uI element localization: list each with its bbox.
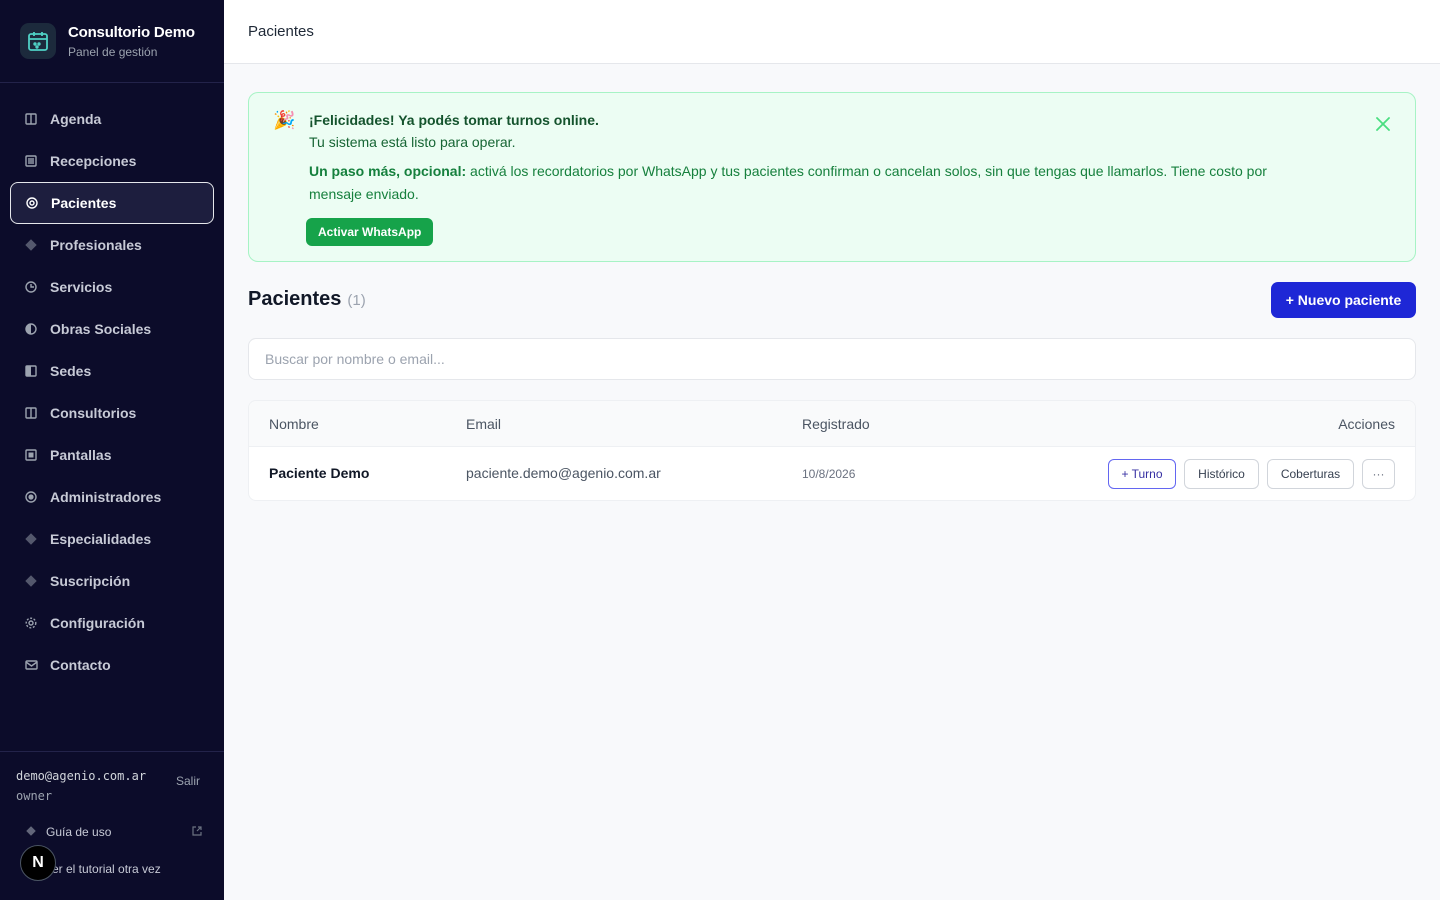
table-row: Paciente Demo paciente.demo@agenio.com.a… xyxy=(249,447,1415,500)
sidebar-item-label: Configuración xyxy=(50,615,145,631)
brand-subtitle: Panel de gestión xyxy=(68,44,158,59)
sidebar-item-label: Profesionales xyxy=(50,237,142,253)
list-icon xyxy=(24,154,38,168)
close-icon[interactable] xyxy=(1373,114,1393,134)
coverage-button[interactable]: Coberturas xyxy=(1267,459,1354,489)
patient-count: (1) xyxy=(347,292,366,309)
sidebar-item-profesionales[interactable]: Profesionales xyxy=(10,224,214,266)
diamond-icon xyxy=(26,825,36,839)
banner-whatsapp-info: Un paso más, opcional: activá los record… xyxy=(309,160,1319,206)
gear-icon xyxy=(24,616,38,630)
patient-name[interactable]: Paciente Demo xyxy=(269,465,369,481)
mail-icon xyxy=(24,658,38,672)
diamond-icon xyxy=(24,532,38,546)
sidebar-item-label: Consultorios xyxy=(50,405,137,421)
sidebar-item-especialidades[interactable]: Especialidades xyxy=(10,518,214,560)
brand-title: Consultorio Demo xyxy=(68,23,195,41)
record-icon xyxy=(24,490,38,504)
sidebar-item-label: Recepciones xyxy=(50,153,137,169)
sidebar-item-label: Pantallas xyxy=(50,447,112,463)
patient-email: paciente.demo@agenio.com.ar xyxy=(466,465,661,481)
sidebar-item-sedes[interactable]: Sedes xyxy=(10,350,214,392)
tutorial-link[interactable]: er el tutorial otra vez xyxy=(52,862,161,876)
columns-icon xyxy=(24,406,38,420)
screen-icon xyxy=(24,448,38,462)
sidebar-item-label: Administradores xyxy=(50,489,162,505)
sidebar-item-recepciones[interactable]: Recepciones xyxy=(10,140,214,182)
sidebar: Consultorio Demo Panel de gestión Agenda… xyxy=(0,0,224,900)
half-square-icon xyxy=(24,364,38,378)
user-role: owner xyxy=(16,789,53,803)
clock-icon xyxy=(24,280,38,294)
page-title: Pacientes xyxy=(248,23,314,40)
sidebar-item-configuracion[interactable]: Configuración xyxy=(10,602,214,644)
brand: Consultorio Demo Panel de gestión xyxy=(0,0,224,83)
sidebar-item-obras-sociales[interactable]: Obras Sociales xyxy=(10,308,214,350)
activate-whatsapp-button[interactable]: Activar WhatsApp xyxy=(306,218,434,246)
sidebar-item-agenda[interactable]: Agenda xyxy=(10,98,214,140)
sidebar-item-consultorios[interactable]: Consultorios xyxy=(10,392,214,434)
sidebar-item-administradores[interactable]: Administradores xyxy=(10,476,214,518)
sidebar-footer: demo@agenio.com.ar owner Salir Guía de u… xyxy=(0,751,224,900)
new-appointment-button[interactable]: + Turno xyxy=(1108,459,1176,489)
sidebar-item-label: Agenda xyxy=(50,111,102,127)
guide-label: Guía de uso xyxy=(46,825,112,839)
sidebar-item-suscripcion[interactable]: Suscripción xyxy=(10,560,214,602)
user-email: demo@agenio.com.ar xyxy=(16,769,147,783)
sidebar-item-servicios[interactable]: Servicios xyxy=(10,266,214,308)
column-header-registered: Registrado xyxy=(802,416,870,432)
columns-icon xyxy=(24,112,38,126)
search-input[interactable] xyxy=(248,338,1416,380)
patient-registered-date: 10/8/2026 xyxy=(802,467,856,481)
sidebar-item-label: Contacto xyxy=(50,657,111,673)
sidebar-nav: Agenda Recepciones Pacientes Profesional… xyxy=(10,98,214,686)
section-title: Pacientes xyxy=(248,288,342,310)
banner-message: Tu sistema está listo para operar. xyxy=(309,134,516,150)
diamond-icon xyxy=(24,238,38,252)
column-header-actions: Acciones xyxy=(1338,416,1395,432)
sidebar-item-pacientes[interactable]: Pacientes xyxy=(10,182,214,224)
column-header-name: Nombre xyxy=(269,416,319,432)
sidebar-item-label: Especialidades xyxy=(50,531,152,547)
calendar-icon xyxy=(20,23,56,59)
external-link-icon xyxy=(192,825,202,839)
success-banner: 🎉 ¡Felicidades! Ya podés tomar turnos on… xyxy=(248,92,1416,262)
sidebar-item-label: Sedes xyxy=(50,363,92,379)
half-circle-icon xyxy=(24,322,38,336)
more-options-button[interactable]: ··· xyxy=(1362,459,1395,489)
topbar: Pacientes xyxy=(224,0,1440,64)
banner-title: ¡Felicidades! Ya podés tomar turnos onli… xyxy=(309,112,599,128)
guide-link[interactable]: Guía de uso xyxy=(26,825,202,839)
party-popper-icon: 🎉 xyxy=(273,110,296,130)
diamond-icon xyxy=(24,574,38,588)
target-icon xyxy=(25,196,39,210)
sidebar-item-contacto[interactable]: Contacto xyxy=(10,644,214,686)
sidebar-item-label: Obras Sociales xyxy=(50,321,152,337)
sidebar-item-pantallas[interactable]: Pantallas xyxy=(10,434,214,476)
column-header-email: Email xyxy=(466,416,502,432)
dev-badge[interactable]: N xyxy=(20,845,56,881)
sidebar-item-label: Suscripción xyxy=(50,573,131,589)
new-patient-button[interactable]: + Nuevo paciente xyxy=(1271,282,1416,318)
sidebar-item-label: Pacientes xyxy=(51,195,117,211)
patients-table: Nombre Email Registrado Acciones Pacient… xyxy=(248,400,1416,501)
table-header: Nombre Email Registrado Acciones xyxy=(249,401,1415,447)
section-header: Pacientes (1) xyxy=(248,288,366,311)
history-button[interactable]: Histórico xyxy=(1184,459,1259,489)
logout-button[interactable]: Salir xyxy=(176,774,200,788)
sidebar-item-label: Servicios xyxy=(50,279,113,295)
banner-optional-label: Un paso más, opcional: xyxy=(309,163,467,179)
